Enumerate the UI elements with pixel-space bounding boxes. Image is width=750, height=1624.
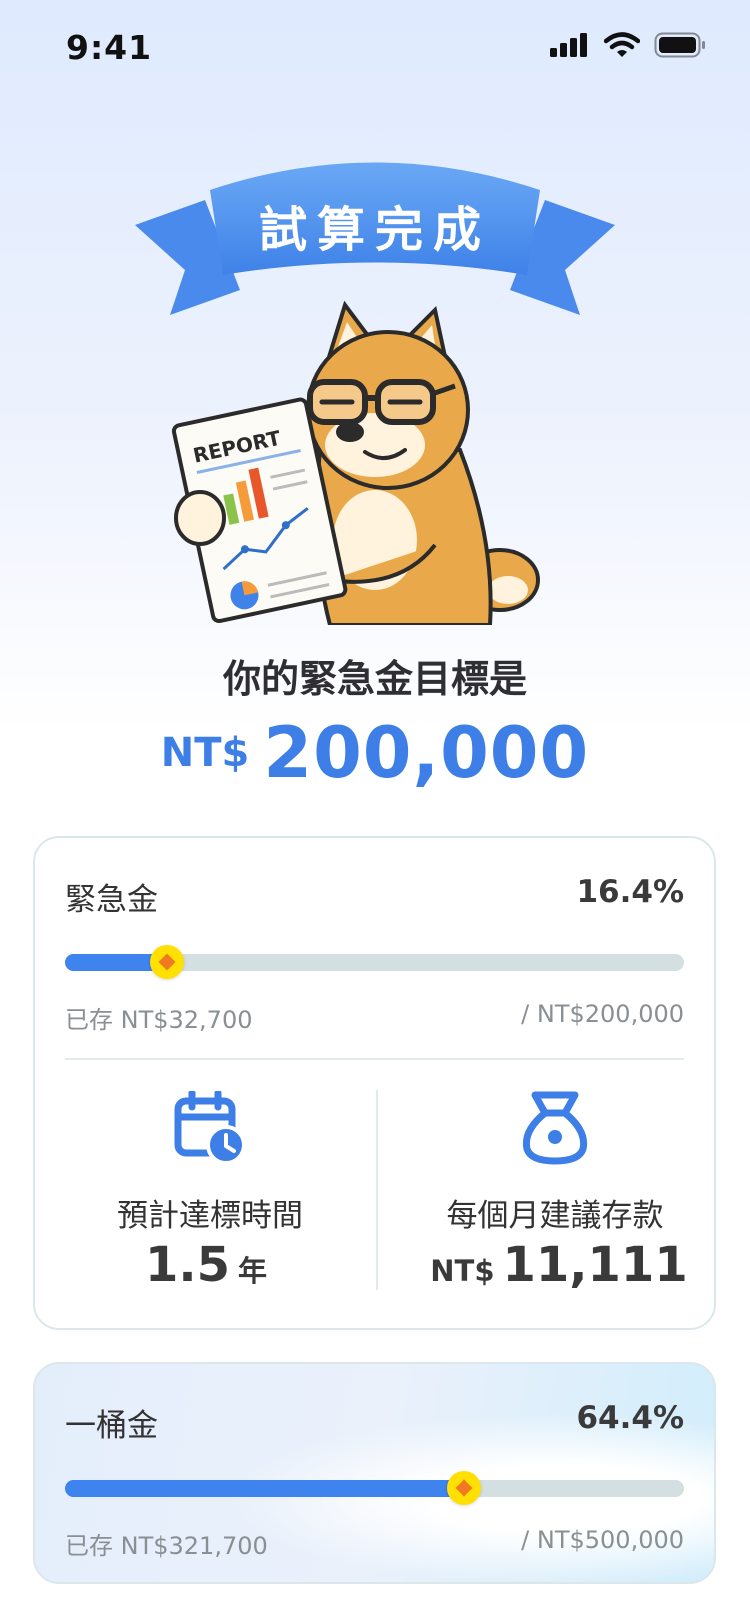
lump-sum-progress-knob: [446, 1471, 481, 1505]
eta-stat: 預計達標時間 1.5 年: [45, 1088, 375, 1293]
emergency-target-amount: / NT$200,000: [521, 1000, 684, 1028]
status-bar: 9:41: [0, 0, 750, 100]
emergency-fund-percent: 16.4%: [576, 874, 684, 910]
goal-amount: NT$ 200,000: [0, 712, 750, 794]
battery-icon: [654, 32, 705, 58]
goal-currency: NT$: [160, 730, 250, 776]
emergency-progress-knob: [149, 945, 184, 979]
eta-unit: 年: [238, 1254, 268, 1288]
lump-sum-progress-track: [65, 1471, 684, 1505]
lump-sum-title: 一桶金: [65, 1408, 158, 1444]
eta-value: 1.5: [144, 1237, 230, 1293]
money-bag-icon: [522, 1091, 588, 1165]
lump-sum-percent: 64.4%: [576, 1400, 684, 1436]
emergency-progress-track: [65, 945, 684, 979]
monthly-saving-currency: NT$: [430, 1254, 495, 1288]
lump-sum-card[interactable]: 一桶金 64.4% 已存 NT$321,700 / NT$500,000: [33, 1362, 716, 1584]
calendar-clock-icon: [174, 1091, 246, 1165]
emergency-saved-amount: 已存 NT$32,700: [65, 1006, 253, 1034]
wifi-icon: [604, 32, 640, 57]
goal-label: 你的緊急金目標是: [222, 657, 527, 701]
monthly-saving-stat: 每個月建議存款 NT$ 11,111: [390, 1088, 720, 1293]
goal-amount-value: 200,000: [263, 712, 590, 794]
lump-sum-target-amount: / NT$500,000: [521, 1526, 684, 1554]
emergency-fund-card[interactable]: 緊急金 16.4% 已存 NT$32,700 / NT$200,000 預計達標…: [33, 836, 716, 1330]
shiba-dog-illustration: REPORT: [170, 290, 570, 627]
eta-label: 預計達標時間: [117, 1198, 303, 1234]
monthly-saving-label: 每個月建議存款: [446, 1198, 664, 1234]
divider: [65, 1058, 684, 1060]
cellular-signal-icon: [550, 33, 587, 57]
ribbon-title: 試算完成: [258, 202, 491, 258]
lump-sum-saved-amount: 已存 NT$321,700: [65, 1532, 268, 1560]
lump-sum-progress-fill: [65, 1480, 464, 1497]
emergency-fund-title: 緊急金: [65, 882, 158, 918]
monthly-saving-value: 11,111: [502, 1237, 688, 1293]
divider: [376, 1090, 378, 1290]
status-time: 9:41: [66, 28, 153, 67]
